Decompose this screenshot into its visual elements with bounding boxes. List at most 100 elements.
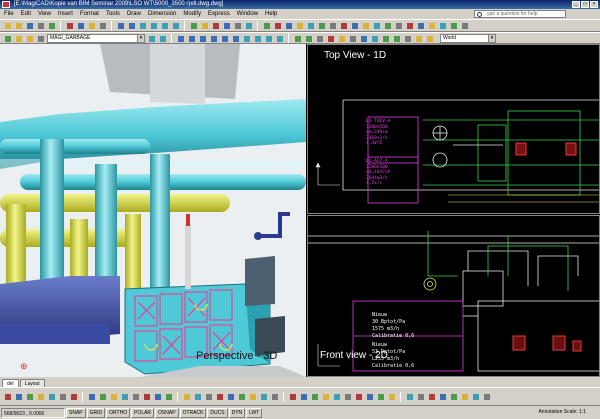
materials-icon[interactable] [348, 34, 357, 43]
magicad-water-icon[interactable] [284, 21, 293, 30]
ucs-zaxis-icon[interactable] [425, 34, 434, 43]
menu-edit[interactable]: Edit [21, 11, 31, 17]
magicad-balance-icon[interactable] [383, 21, 392, 30]
undo-icon[interactable] [116, 21, 125, 30]
magicad-tool-icon[interactable] [321, 392, 330, 401]
polar-toggle[interactable]: POLAR [131, 407, 155, 418]
magicad-tool-icon[interactable] [387, 392, 396, 401]
magicad-tool-icon[interactable] [332, 392, 341, 401]
copy-icon[interactable] [76, 21, 85, 30]
magicad-tool-icon[interactable] [226, 392, 235, 401]
view-se-iso-icon[interactable] [253, 34, 262, 43]
magicad-fitting-icon[interactable] [339, 21, 348, 30]
menu-format[interactable]: Format [80, 11, 99, 17]
annotation-scale[interactable]: Annotation Scale: 1:1 [538, 409, 586, 415]
orbit-icon[interactable] [293, 34, 302, 43]
magicad-tool-icon[interactable] [365, 392, 374, 401]
lwt-toggle[interactable]: LWT [246, 407, 263, 418]
magicad-tool-icon[interactable] [416, 392, 425, 401]
otrack-toggle[interactable]: OTRACK [179, 407, 207, 418]
magicad-tool-icon[interactable] [299, 392, 308, 401]
magicad-calc-icon[interactable] [361, 21, 370, 30]
magicad-tool-icon[interactable] [259, 392, 268, 401]
lock-icon[interactable] [36, 34, 45, 43]
magicad-tool-icon[interactable] [182, 392, 191, 401]
magicad-electrical-icon[interactable] [295, 21, 304, 30]
menu-express[interactable]: Express [208, 11, 230, 17]
menu-modify[interactable]: Modify [183, 11, 201, 17]
menu-window[interactable]: Window [237, 11, 258, 17]
layer-dropdown[interactable]: MAGI_GARBAGE ▾ [47, 33, 145, 43]
menu-dimension[interactable]: Dimension [148, 11, 176, 17]
magicad-label-icon[interactable] [394, 21, 403, 30]
zoom-realtime-icon[interactable] [149, 21, 158, 30]
magicad-collision-icon[interactable] [405, 21, 414, 30]
magicad-tool-icon[interactable] [204, 392, 213, 401]
menu-draw[interactable]: Draw [127, 11, 141, 17]
magicad-tool-icon[interactable] [69, 392, 78, 401]
view-nw-iso-icon[interactable] [275, 34, 284, 43]
layer-properties-icon[interactable] [3, 34, 12, 43]
tab-layout[interactable]: Layout [19, 379, 45, 387]
magicad-tool-icon[interactable] [153, 392, 162, 401]
view-bottom-icon[interactable] [187, 34, 196, 43]
autocad-app-icon[interactable] [2, 1, 10, 8]
magicad-tool-icon[interactable] [482, 392, 491, 401]
ucs-world-icon[interactable] [392, 34, 401, 43]
drawing-canvas[interactable]: ⊕ Perspective - 3D Top View - 1D LU-TOEV… [0, 44, 600, 377]
osnap-toggle[interactable]: OSNAP [155, 407, 179, 418]
magicad-tools-icon[interactable] [449, 21, 458, 30]
close-button[interactable]: × [590, 1, 598, 8]
magicad-section-icon[interactable] [350, 21, 359, 30]
lightbulb-icon[interactable] [14, 34, 23, 43]
layer-previous-icon[interactable] [158, 34, 167, 43]
camera-icon[interactable] [315, 34, 324, 43]
magicad-tool-icon[interactable] [248, 392, 257, 401]
view-top-icon[interactable] [176, 34, 185, 43]
viewport-perspective-3d[interactable]: ⊕ Perspective - 3D [0, 44, 306, 377]
magicad-tool-icon[interactable] [310, 392, 319, 401]
magicad-tool-icon[interactable] [288, 392, 297, 401]
sun-freeze-icon[interactable] [25, 34, 34, 43]
magicad-tool-icon[interactable] [449, 392, 458, 401]
coordinate-readout[interactable]: 568/9023 , 0.0000 [1, 407, 65, 418]
magicad-tool-icon[interactable] [376, 392, 385, 401]
maximize-button[interactable]: □ [581, 1, 589, 8]
magicad-tool-icon[interactable] [87, 392, 96, 401]
tab-model[interactable]: del [2, 379, 19, 387]
magicad-tool-icon[interactable] [14, 392, 23, 401]
magicad-tool-icon[interactable] [36, 392, 45, 401]
preview-icon[interactable] [47, 21, 56, 30]
new-file-icon[interactable] [3, 21, 12, 30]
snap-toggle[interactable]: SNAP [66, 407, 86, 418]
magicad-tool-icon[interactable] [109, 392, 118, 401]
magicad-tool-icon[interactable] [142, 392, 151, 401]
zoom-previous-icon[interactable] [171, 21, 180, 30]
viewport-front-view[interactable]: Nieuw 30 Bptot/Pa 1575 m3/h Calibratie 0… [307, 215, 600, 377]
view-ne-iso-icon[interactable] [264, 34, 273, 43]
properties-icon[interactable] [189, 21, 198, 30]
ucs-icon[interactable] [381, 34, 390, 43]
print-icon[interactable] [36, 21, 45, 30]
magicad-tool-icon[interactable] [3, 392, 12, 401]
design-center-icon[interactable] [200, 21, 209, 30]
view-left-icon[interactable] [198, 34, 207, 43]
magicad-tool-icon[interactable] [354, 392, 363, 401]
menu-tools[interactable]: Tools [106, 11, 120, 17]
magicad-tool-icon[interactable] [98, 392, 107, 401]
magicad-tool-icon[interactable] [427, 392, 436, 401]
help-search-input[interactable]: ype a question for help [474, 10, 566, 18]
view-back-icon[interactable] [231, 34, 240, 43]
magicad-pipe-icon[interactable] [317, 21, 326, 30]
ortho-toggle[interactable]: ORTHO [106, 407, 131, 418]
magicad-tool-icon[interactable] [47, 392, 56, 401]
save-icon[interactable] [25, 21, 34, 30]
cut-icon[interactable] [65, 21, 74, 30]
magicad-tool-icon[interactable] [215, 392, 224, 401]
magicad-tool-icon[interactable] [438, 392, 447, 401]
magicad-tool-icon[interactable] [193, 392, 202, 401]
paste-icon[interactable] [87, 21, 96, 30]
tool-palettes-icon[interactable] [211, 21, 220, 30]
magicad-tool-icon[interactable] [471, 392, 480, 401]
match-properties-icon[interactable] [98, 21, 107, 30]
